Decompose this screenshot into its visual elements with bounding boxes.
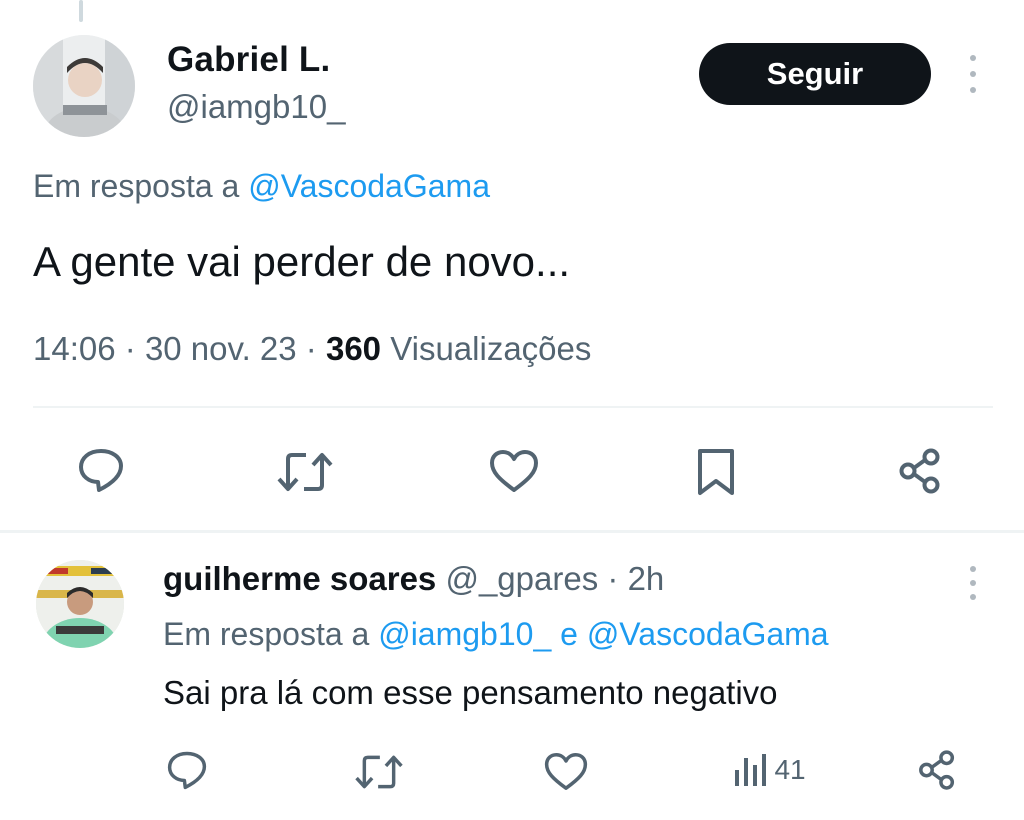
share-icon[interactable] [896, 447, 944, 495]
reply-author-name[interactable]: guilherme soares [163, 560, 436, 597]
reply-age[interactable]: 2h [628, 560, 665, 597]
tweet-text: A gente vai perder de novo... [33, 238, 571, 285]
reply-views[interactable]: 41 [732, 752, 806, 788]
author-avatar[interactable] [33, 35, 135, 137]
author-name[interactable]: Gabriel L. [167, 40, 330, 80]
divider [33, 406, 993, 408]
bookmark-icon[interactable] [696, 447, 736, 497]
reply-context-prefix: Em resposta a [163, 616, 370, 652]
reply-like-icon[interactable] [544, 752, 588, 791]
reply-context-conjunction: e [560, 616, 578, 652]
reply-context: Em resposta a @iamgb10_ e @VascodaGama [163, 616, 829, 653]
reply-author-handle[interactable]: @_gpares [445, 560, 598, 597]
reply-context: Em resposta a @VascodaGama [33, 168, 490, 205]
thread-connector-line [79, 0, 83, 22]
reply-to-mention-2[interactable]: @VascodaGama [587, 616, 829, 652]
tweet-meta: 14:06 · 30 nov. 23 · 360 Visualizações [33, 330, 592, 367]
like-icon[interactable] [489, 449, 539, 493]
reply-header: guilherme soares @_gpares · 2h [163, 560, 665, 597]
reply-to-mention-1[interactable]: @iamgb10_ [378, 616, 551, 652]
author-handle[interactable]: @iamgb10_ [167, 88, 345, 126]
reply-retweet-icon[interactable] [354, 752, 404, 792]
reply-reply-icon[interactable] [166, 750, 208, 790]
tweet-date[interactable]: 30 nov. 23 [145, 330, 297, 367]
reply-text: Sai pra lá com esse pensamento negativo [163, 674, 778, 711]
retweet-icon[interactable] [276, 449, 334, 495]
reply-icon[interactable] [77, 447, 125, 493]
reply-more-options-icon[interactable] [967, 566, 979, 606]
section-divider [0, 530, 1024, 533]
reply-share-icon[interactable] [916, 749, 958, 791]
reply-views-count: 41 [774, 754, 806, 785]
follow-button[interactable]: Seguir [699, 43, 931, 105]
reply-author-avatar[interactable] [36, 560, 124, 648]
more-options-icon[interactable] [967, 55, 979, 95]
reply-to-mention[interactable]: @VascodaGama [248, 168, 490, 204]
views-count: 360 [325, 330, 382, 367]
reply-context-prefix: Em resposta a [33, 168, 240, 204]
tweet-time[interactable]: 14:06 [33, 330, 116, 367]
views-icon [732, 752, 770, 788]
views-label: Visualizações [390, 330, 592, 367]
